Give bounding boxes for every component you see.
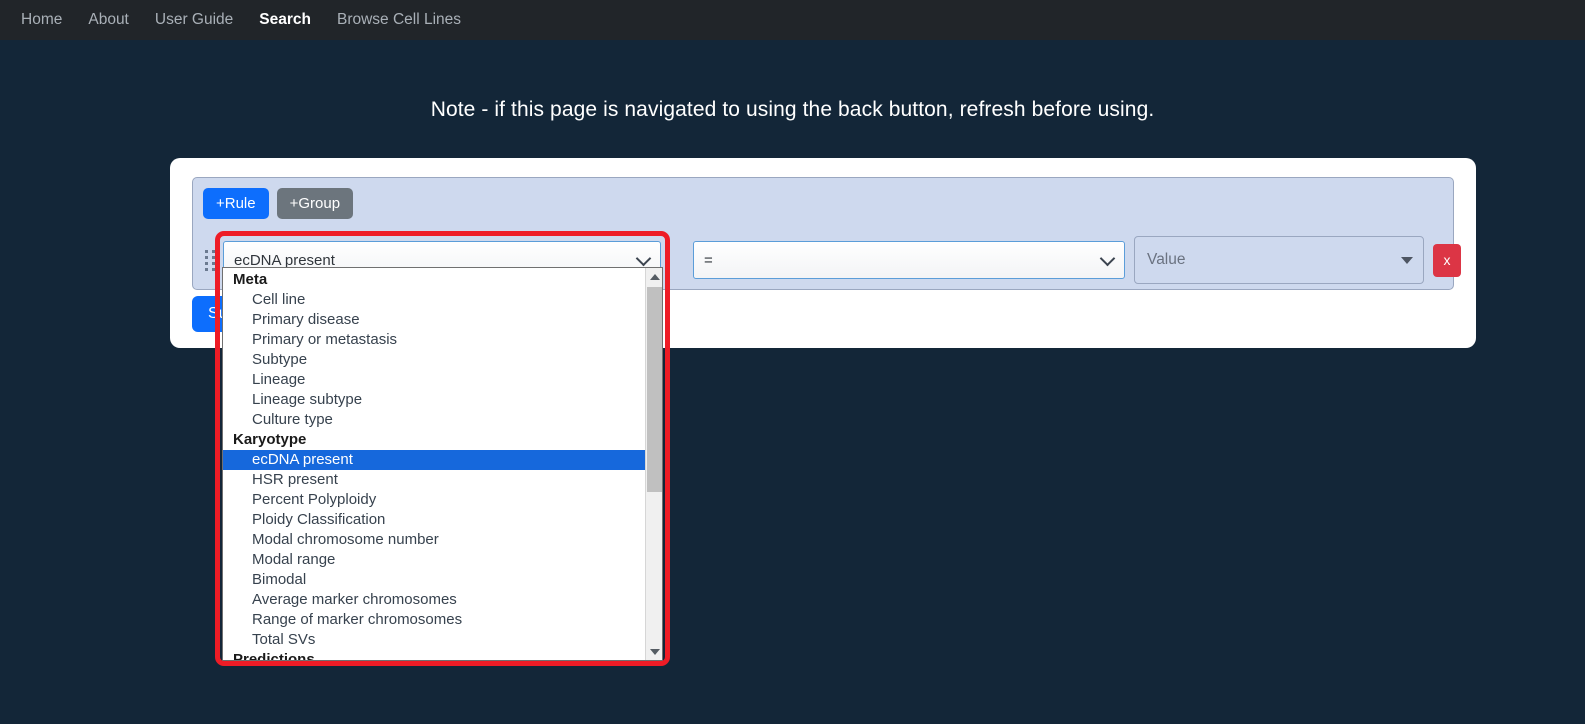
nav-link-user-guide[interactable]: User Guide <box>142 4 246 36</box>
option-culture-type[interactable]: Culture type <box>223 410 645 430</box>
drag-handle-icon[interactable] <box>201 248 219 272</box>
option-modal-chromosome-number[interactable]: Modal chromosome number <box>223 530 645 550</box>
chevron-down-icon <box>635 250 652 267</box>
option-average-marker-chromosomes[interactable]: Average marker chromosomes <box>223 590 645 610</box>
rule-value-select[interactable]: Value <box>1134 236 1424 284</box>
add-rule-button[interactable]: +Rule <box>203 188 269 220</box>
query-builder-actions: +Rule +Group <box>203 188 354 220</box>
nav-link-about[interactable]: About <box>75 4 142 36</box>
option-lineage-subtype[interactable]: Lineage subtype <box>223 390 645 410</box>
rule-field-value: ecDNA present <box>234 251 335 269</box>
option-hsr-present[interactable]: HSR present <box>223 470 645 490</box>
option-ecdna-present[interactable]: ecDNA present <box>223 450 645 470</box>
dropdown-scrollbar[interactable] <box>645 268 662 660</box>
option-cell-line[interactable]: Cell line <box>223 290 645 310</box>
chevron-down-icon <box>1099 250 1116 267</box>
option-ploidy-classification[interactable]: Ploidy Classification <box>223 510 645 530</box>
scroll-up-arrow-icon[interactable] <box>646 268 662 285</box>
caret-down-icon <box>1401 257 1413 264</box>
rule-operator-select[interactable]: = <box>693 241 1125 279</box>
nav-link-search[interactable]: Search <box>246 4 324 36</box>
option-bimodal[interactable]: Bimodal <box>223 570 645 590</box>
nav-link-home[interactable]: Home <box>8 4 75 36</box>
option-lineage[interactable]: Lineage <box>223 370 645 390</box>
option-modal-range[interactable]: Modal range <box>223 550 645 570</box>
optgroup-label-meta: Meta <box>233 271 268 288</box>
option-total-svs[interactable]: Total SVs <box>223 630 645 650</box>
rule-value-placeholder: Value <box>1147 251 1186 268</box>
add-group-button[interactable]: +Group <box>276 188 354 220</box>
scrollbar-thumb[interactable] <box>647 287 662 492</box>
main-navbar: Home About User Guide Search Browse Cell… <box>0 0 1585 40</box>
option-primary-or-metastasis[interactable]: Primary or metastasis <box>223 330 645 350</box>
remove-rule-button[interactable]: x <box>1433 243 1461 277</box>
option-range-of-marker-chromosomes[interactable]: Range of marker chromosomes <box>223 610 645 630</box>
option-percent-polyploidy[interactable]: Percent Polyploidy <box>223 490 645 510</box>
nav-link-browse-cell-lines[interactable]: Browse Cell Lines <box>324 4 474 36</box>
optgroup-label-predictions: Predictions <box>233 651 315 660</box>
field-select-dropdown[interactable]: Meta Cell line Primary disease Primary o… <box>222 267 663 661</box>
rule-operator-value: = <box>704 251 713 269</box>
field-select-option-list: Meta Cell line Primary disease Primary o… <box>223 268 645 660</box>
page-note: Note - if this page is navigated to usin… <box>430 98 1155 121</box>
scroll-down-arrow-icon[interactable] <box>646 643 662 660</box>
optgroup-label-karyotype: Karyotype <box>233 431 307 448</box>
option-primary-disease[interactable]: Primary disease <box>223 310 645 330</box>
option-subtype[interactable]: Subtype <box>223 350 645 370</box>
